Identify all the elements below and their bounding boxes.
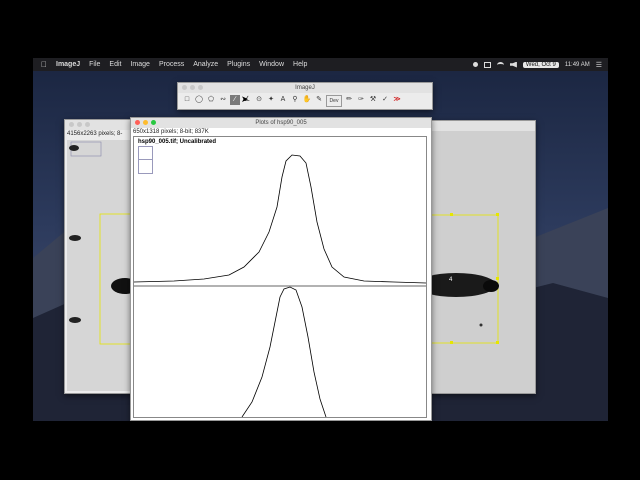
- gel-lane-4: 4: [416, 213, 499, 344]
- zoom-icon[interactable]: [151, 120, 156, 125]
- minimize-icon[interactable]: [190, 85, 195, 90]
- zoom-icon[interactable]: [198, 85, 203, 90]
- menu-app-name[interactable]: ImageJ: [56, 61, 80, 68]
- volume-icon[interactable]: [509, 61, 517, 68]
- menu-process[interactable]: Process: [159, 61, 184, 68]
- dropper-tool-icon[interactable]: ✓: [380, 95, 390, 105]
- right-window-titlebar[interactable]: [431, 121, 535, 131]
- plot-window-title: Plots of hsp90_005: [255, 120, 307, 126]
- minimize-icon[interactable]: [143, 120, 148, 125]
- desktop:  ImageJ File Edit Image Process Analyze…: [33, 58, 608, 421]
- mouse-cursor-icon: ➤: [241, 94, 249, 104]
- minimize-icon[interactable]: [77, 122, 82, 127]
- point-tool-icon[interactable]: ⊙: [254, 95, 264, 105]
- plot-window[interactable]: Plots of hsp90_005 650x1318 pixels; 8-bi…: [130, 117, 432, 421]
- image-window[interactable]: 4156x2263 pixels; 8-: [64, 119, 141, 394]
- menu-bar:  ImageJ File Edit Image Process Analyze…: [33, 58, 608, 71]
- hand-tool-icon[interactable]: ✋: [302, 95, 312, 105]
- dev-tool-button[interactable]: Dev: [326, 95, 342, 107]
- date-label[interactable]: Wed, Oct 9: [522, 61, 559, 68]
- zoom-icon[interactable]: [85, 122, 90, 127]
- tool-buttons: □ ◯ ⬠ ∾ ∕ ∠ ⊙ ✦ A ⚲ ✋ ✎ Dev ✏ ✑ ⚒ ✓ ≫: [178, 93, 432, 109]
- color-picker-tool-icon[interactable]: ✎: [314, 95, 324, 105]
- menu-plugins[interactable]: Plugins: [227, 61, 250, 68]
- clock[interactable]: 11:49 AM: [565, 62, 590, 68]
- rectangle-tool-icon[interactable]: □: [182, 95, 192, 105]
- control-center-icon[interactable]: ☰: [596, 61, 602, 69]
- plot-info: 650x1318 pixels; 8-bit; 837K: [133, 129, 209, 135]
- menu-image[interactable]: Image: [130, 61, 149, 68]
- plot-window-titlebar[interactable]: Plots of hsp90_005: [131, 118, 431, 128]
- close-icon[interactable]: [135, 120, 140, 125]
- close-icon[interactable]: [69, 122, 74, 127]
- image-info: 4156x2263 pixels; 8-: [67, 131, 123, 137]
- flood-fill-tool-icon[interactable]: ⚒: [368, 95, 378, 105]
- apple-icon[interactable]: : [41, 60, 47, 69]
- menu-analyze[interactable]: Analyze: [193, 61, 218, 68]
- record-icon[interactable]: [472, 62, 478, 67]
- text-tool-icon[interactable]: A: [278, 95, 288, 105]
- menu-edit[interactable]: Edit: [109, 61, 121, 68]
- screen-mirroring-icon[interactable]: [483, 61, 491, 68]
- oval-tool-icon[interactable]: ◯: [194, 95, 204, 105]
- more-tools-button[interactable]: ≫: [392, 95, 402, 105]
- freehand-tool-icon[interactable]: ∾: [218, 95, 228, 105]
- toolbar-titlebar[interactable]: ImageJ: [178, 83, 432, 93]
- pencil-tool-icon[interactable]: ✏: [344, 95, 354, 105]
- menu-file[interactable]: File: [89, 61, 100, 68]
- gel-image[interactable]: [67, 140, 141, 391]
- image-window-titlebar[interactable]: [65, 120, 135, 130]
- gel-bands: [69, 141, 141, 345]
- plot-canvas[interactable]: hsp90_005.tif; Uncalibrated: [133, 136, 427, 418]
- menu-help[interactable]: Help: [293, 61, 307, 68]
- profile-curve-1: [134, 154, 426, 284]
- toolbar-title: ImageJ: [295, 85, 315, 91]
- wifi-icon[interactable]: [496, 61, 504, 68]
- profile-curve-2: [241, 286, 327, 417]
- brush-tool-icon[interactable]: ✑: [356, 95, 366, 105]
- imagej-toolbar[interactable]: ImageJ □ ◯ ⬠ ∾ ∕ ∠ ⊙ ✦ A ⚲ ✋ ✎ Dev ✏ ✑ ⚒…: [177, 82, 433, 110]
- line-tool-icon[interactable]: ∕: [230, 95, 240, 105]
- close-icon[interactable]: [182, 85, 187, 90]
- image-window-right[interactable]: 4: [416, 120, 536, 394]
- lane-profiles: [134, 154, 426, 417]
- gel-image-right[interactable]: 4: [416, 131, 535, 393]
- wand-tool-icon[interactable]: ✦: [266, 95, 276, 105]
- polygon-tool-icon[interactable]: ⬠: [206, 95, 216, 105]
- magnifier-tool-icon[interactable]: ⚲: [290, 95, 300, 105]
- menu-window[interactable]: Window: [259, 61, 284, 68]
